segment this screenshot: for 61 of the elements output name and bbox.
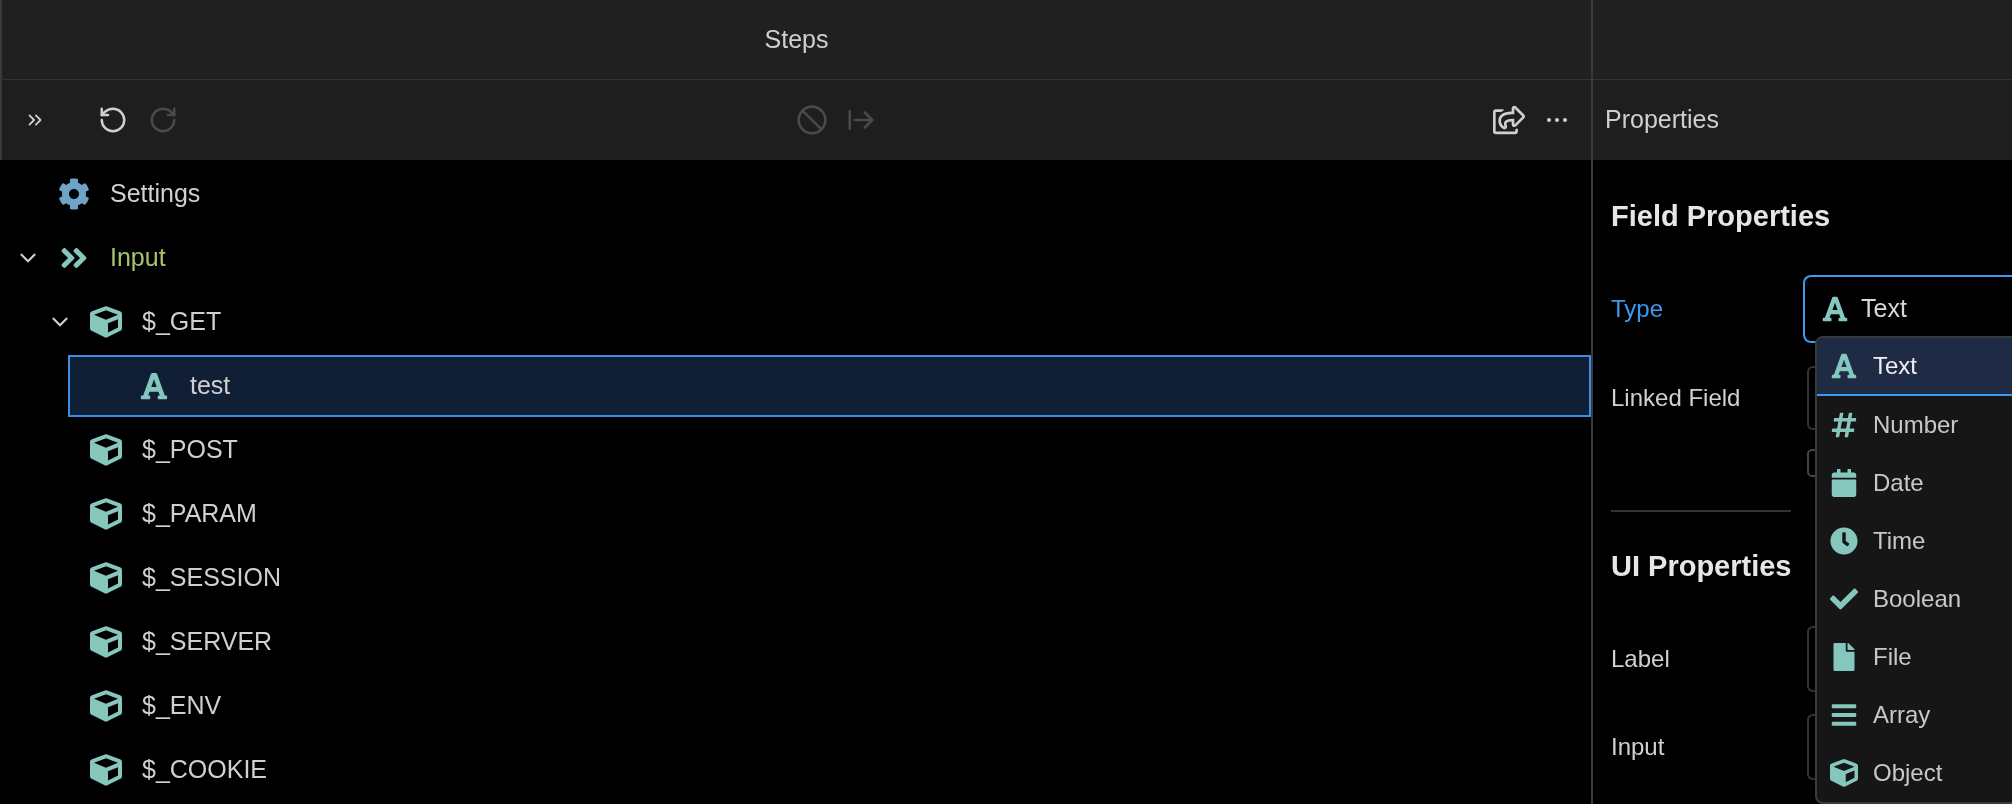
clock-icon xyxy=(1830,527,1858,555)
dropdown-option[interactable]: Boolean xyxy=(1817,570,2012,628)
tree-item[interactable]: $_SERVER xyxy=(0,611,273,673)
cube-icon xyxy=(90,754,122,786)
tree-item-label: $_GET xyxy=(142,306,222,338)
cube-icon xyxy=(90,434,122,466)
cube-icon xyxy=(90,306,122,338)
toolbar-button[interactable] xyxy=(1493,104,1525,136)
cube-icon xyxy=(90,690,122,722)
select-value: Text xyxy=(1861,293,1907,325)
cube-icon xyxy=(90,562,122,594)
tree-item[interactable]: $_POST xyxy=(0,419,238,481)
dropdown-option[interactable]: Object xyxy=(1817,744,2012,802)
field-label: Type xyxy=(1611,294,1665,324)
tree-item-label: $_PARAM xyxy=(142,498,257,530)
dropdown-option[interactable]: Number xyxy=(1817,396,2012,454)
redo-icon xyxy=(148,105,178,135)
section-heading: Field Properties xyxy=(1611,199,1831,234)
tree-item[interactable]: $_SESSION xyxy=(0,547,281,609)
tree-item[interactable]: test xyxy=(68,355,1591,417)
tree-item-label: $_SERVER xyxy=(142,626,273,658)
tree-item-label: $_POST xyxy=(142,434,238,466)
letter-a-icon xyxy=(139,371,169,401)
dropdown-option[interactable]: Time xyxy=(1817,512,2012,570)
tree-item[interactable]: Settings xyxy=(0,163,201,225)
window-title: Steps xyxy=(764,23,829,55)
dropdown-option[interactable]: Array xyxy=(1817,686,2012,744)
cube-icon xyxy=(90,498,122,530)
calendar-icon xyxy=(1830,469,1858,497)
tree-item-label: $_ENV xyxy=(142,690,222,722)
section-heading: UI Properties xyxy=(1611,549,1792,584)
undo-icon xyxy=(98,105,128,135)
field-label: Linked Field xyxy=(1611,383,1742,413)
tree-item[interactable]: $_PARAM xyxy=(0,483,257,545)
tree-item[interactable]: $_ENV xyxy=(0,675,222,737)
lines-icon xyxy=(1830,701,1858,729)
cube-icon xyxy=(1830,759,1858,787)
dropdown-option[interactable]: File xyxy=(1817,628,2012,686)
share-icon xyxy=(1493,104,1525,136)
ban-icon xyxy=(795,104,828,136)
tree-item-label: $_COOKIE xyxy=(142,754,268,786)
field-label: Input xyxy=(1611,732,1666,762)
tree-item-label: $_SESSION xyxy=(142,562,281,594)
tree-item-label: test xyxy=(190,370,231,402)
dropdown-option[interactable]: Date xyxy=(1817,454,2012,512)
tree-item[interactable]: $_GET xyxy=(0,291,222,353)
hash-icon xyxy=(1830,411,1858,439)
toolbar-button[interactable] xyxy=(1547,118,1567,122)
dropdown-option[interactable]: Text xyxy=(1817,338,2012,396)
more-icon xyxy=(1547,118,1567,122)
toolbar-button[interactable] xyxy=(98,105,128,135)
letter-a-icon xyxy=(1821,295,1849,323)
tree-item[interactable]: $_COOKIE xyxy=(0,739,268,801)
tree-item[interactable]: Input xyxy=(0,227,166,289)
tree-item-label: Settings xyxy=(110,178,201,210)
letter-a-icon xyxy=(1830,352,1858,380)
panel-title: Properties xyxy=(1605,104,1719,136)
gear-icon xyxy=(58,178,90,210)
cube-icon xyxy=(90,626,122,658)
field-label: Label xyxy=(1611,644,1671,674)
tree-item-label: Input xyxy=(110,242,166,274)
